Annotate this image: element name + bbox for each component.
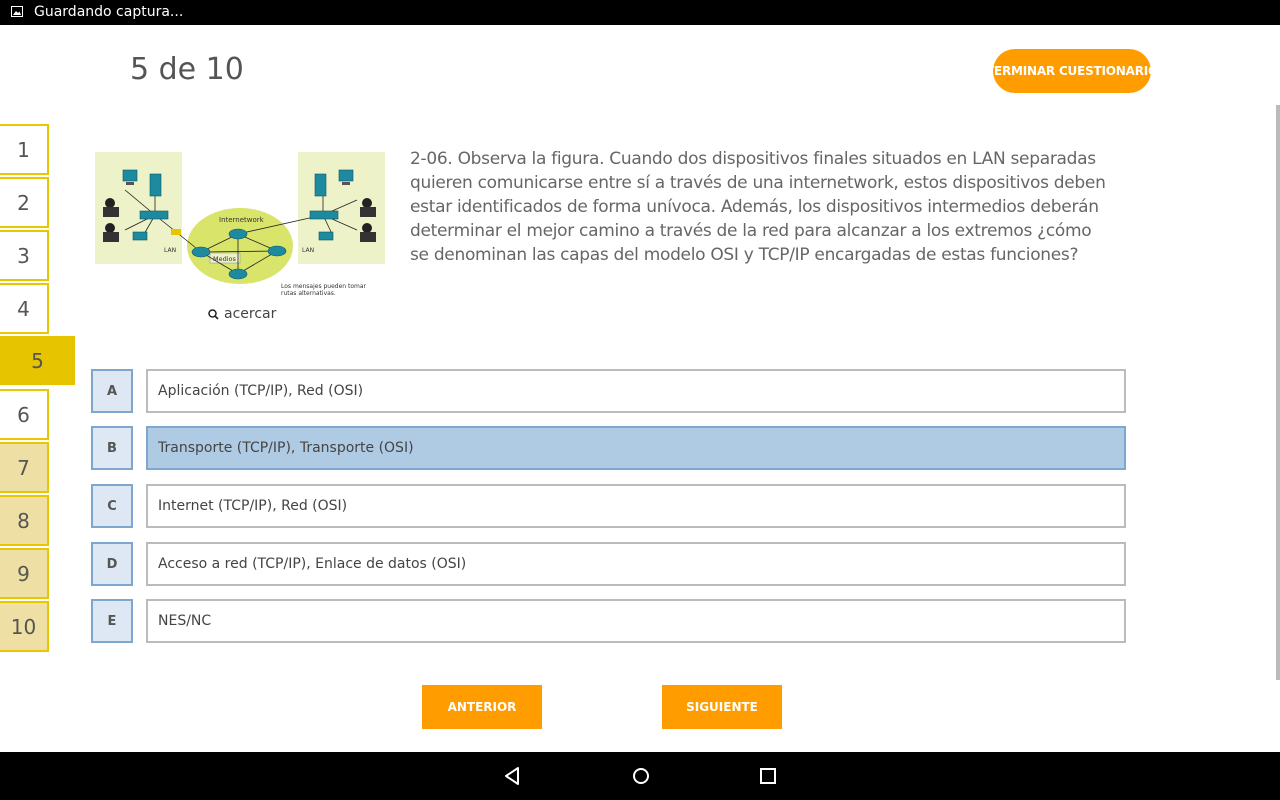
question-nav-item-current[interactable]: 5 [0, 336, 75, 385]
question-nav-item[interactable]: 8 [0, 495, 49, 546]
option-a[interactable]: Aplicación (TCP/IP), Red (OSI) [146, 369, 1126, 413]
home-icon[interactable] [629, 764, 653, 788]
option-d-letter[interactable]: D [91, 542, 133, 586]
internetwork-label: Internetwork [219, 216, 265, 224]
option-e[interactable]: NES/NC [146, 599, 1126, 643]
status-bar: Guardando captura... [0, 0, 1280, 25]
system-nav-bar [0, 752, 1280, 800]
recents-icon[interactable] [756, 764, 780, 788]
option-c-letter[interactable]: C [91, 484, 133, 528]
question-nav-item[interactable]: 10 [0, 601, 49, 652]
option-b[interactable]: Transporte (TCP/IP), Transporte (OSI) [146, 426, 1126, 470]
back-icon[interactable] [500, 764, 524, 788]
finish-quiz-button[interactable]: TERMINAR CUESTIONARIO [986, 49, 1158, 93]
scrollbar[interactable] [1276, 105, 1280, 680]
zoom-link[interactable]: acercar [208, 306, 276, 322]
next-button[interactable]: SIGUIENTE [662, 685, 782, 729]
image-icon [11, 6, 23, 17]
notification-text: Guardando captura... [34, 4, 184, 20]
question-nav-item[interactable]: 9 [0, 548, 49, 599]
figure-caption: Los mensajes pueden tomar rutas alternat… [281, 283, 366, 297]
question-nav-item[interactable]: 6 [0, 389, 49, 440]
previous-button[interactable]: ANTERIOR [422, 685, 542, 729]
question-nav-item[interactable]: 7 [0, 442, 49, 493]
question-text: 2-06. Observa la figura. Cuando dos disp… [410, 149, 1106, 265]
question-nav-item[interactable]: 2 [0, 177, 49, 228]
question-nav-item[interactable]: 1 [0, 124, 49, 175]
question-nav-item[interactable]: 4 [0, 283, 49, 334]
lan-left-label: LAN [164, 247, 176, 254]
option-c[interactable]: Internet (TCP/IP), Red (OSI) [146, 484, 1126, 528]
option-d[interactable]: Acceso a red (TCP/IP), Enlace de datos (… [146, 542, 1126, 586]
zoom-label: acercar [224, 306, 277, 322]
media-label: Medios [213, 255, 237, 263]
option-e-letter[interactable]: E [91, 599, 133, 643]
network-figure[interactable]: Internetwork LAN LAN Medios Los mensajes… [95, 150, 385, 305]
option-b-letter[interactable]: B [91, 426, 133, 470]
question-nav-item[interactable]: 3 [0, 230, 49, 281]
search-icon [208, 308, 219, 320]
option-a-letter[interactable]: A [91, 369, 133, 413]
lan-right-label: LAN [302, 247, 314, 254]
question-counter: 5 de 10 [130, 52, 244, 87]
